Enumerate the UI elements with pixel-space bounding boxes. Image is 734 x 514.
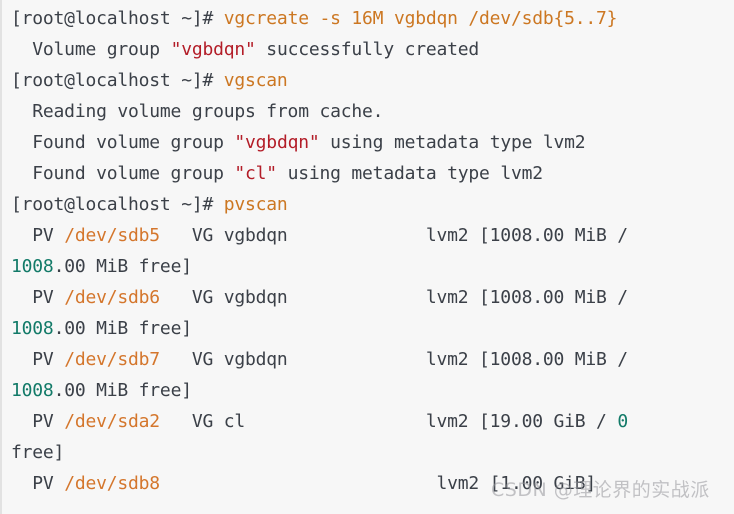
terminal-text-plain: VG cl lvm2 [19.00 GiB / xyxy=(159,411,618,432)
terminal-text-plain: PV xyxy=(11,411,65,432)
terminal-text-quoted: "vgbdqn" xyxy=(170,39,256,60)
terminal-text-cmd: vgcreate -s 16M vgbdqn /dev/sdb{5..7} xyxy=(223,8,618,29)
terminal-text-prompt: [root@localhost ~]# xyxy=(11,70,224,91)
terminal-line: PV /dev/sdb7 VG vgbdqn lvm2 [1008.00 MiB… xyxy=(11,344,734,375)
terminal-text-cmd: pvscan xyxy=(223,194,288,215)
terminal-line: PV /dev/sda2 VG cl lvm2 [19.00 GiB / 0 xyxy=(11,406,734,437)
terminal-text-quoted: "cl" xyxy=(234,163,277,184)
terminal-line: [root@localhost ~]# pvscan xyxy=(11,189,734,220)
terminal-text-plain: using metadata type lvm2 xyxy=(276,163,544,184)
terminal-text-quoted: "vgbdqn" xyxy=(234,132,320,153)
terminal-text-plain: lvm2 [1.00 GiB] xyxy=(159,473,597,494)
terminal-text-plain: Volume group xyxy=(11,39,171,60)
terminal-line: Found volume group "vgbdqn" using metada… xyxy=(11,127,734,158)
terminal-text-plain: PV xyxy=(11,349,65,370)
terminal-line: PV /dev/sdb5 VG vgbdqn lvm2 [1008.00 MiB… xyxy=(11,220,734,251)
terminal-line: PV /dev/sdb6 VG vgbdqn lvm2 [1008.00 MiB… xyxy=(11,282,734,313)
terminal-text-plain: PV xyxy=(11,287,65,308)
terminal-text-path: /dev/sdb8 xyxy=(64,473,160,494)
terminal-text-plain: VG vgbdqn lvm2 [1008.00 MiB / xyxy=(159,287,628,308)
terminal-screen[interactable]: [root@localhost ~]# vgcreate -s 16M vgbd… xyxy=(2,3,734,499)
terminal-line: Volume group "vgbdqn" successfully creat… xyxy=(11,34,734,65)
terminal-window[interactable]: [root@localhost ~]# vgcreate -s 16M vgbd… xyxy=(0,0,734,514)
terminal-text-prompt: [root@localhost ~]# xyxy=(11,8,224,29)
terminal-text-path: /dev/sda2 xyxy=(64,411,160,432)
terminal-text-plain: Found volume group xyxy=(11,163,235,184)
terminal-text-plain: PV xyxy=(11,225,65,246)
terminal-text-plain: .00 MiB free] xyxy=(53,256,192,277)
terminal-text-path: /dev/sdb7 xyxy=(64,349,160,370)
terminal-text-plain: Reading volume groups from cache. xyxy=(11,101,384,122)
terminal-text-plain: VG vgbdqn lvm2 [1008.00 MiB / xyxy=(159,225,628,246)
terminal-text-path: /dev/sdb5 xyxy=(64,225,160,246)
terminal-line: PV /dev/sdb8 lvm2 [1.00 GiB] xyxy=(11,468,734,499)
terminal-line: 1008.00 MiB free] xyxy=(11,313,734,344)
terminal-text-prompt: [root@localhost ~]# xyxy=(11,194,224,215)
terminal-line: 1008.00 MiB free] xyxy=(11,251,734,282)
terminal-text-plain: VG vgbdqn lvm2 [1008.00 MiB / xyxy=(159,349,628,370)
terminal-line: [root@localhost ~]# vgscan xyxy=(11,65,734,96)
terminal-text-num: 0 xyxy=(617,411,628,432)
terminal-line: free] xyxy=(11,437,734,468)
terminal-text-plain: successfully created xyxy=(255,39,480,60)
terminal-text-plain: PV xyxy=(11,473,65,494)
terminal-text-num: 1008 xyxy=(11,318,54,339)
terminal-text-num: 1008 xyxy=(11,380,54,401)
terminal-text-plain: .00 MiB free] xyxy=(53,380,192,401)
terminal-line: [root@localhost ~]# vgcreate -s 16M vgbd… xyxy=(11,3,734,34)
terminal-line: Reading volume groups from cache. xyxy=(11,96,734,127)
terminal-text-plain: .00 MiB free] xyxy=(53,318,192,339)
terminal-line: 1008.00 MiB free] xyxy=(11,375,734,406)
terminal-line: Found volume group "cl" using metadata t… xyxy=(11,158,734,189)
terminal-text-plain: using metadata type lvm2 xyxy=(319,132,586,153)
terminal-text-path: /dev/sdb6 xyxy=(64,287,160,308)
terminal-text-plain: Found volume group xyxy=(11,132,235,153)
terminal-text-num: 1008 xyxy=(11,256,54,277)
terminal-text-cmd: vgscan xyxy=(223,70,288,91)
terminal-text-plain: free] xyxy=(11,442,65,463)
